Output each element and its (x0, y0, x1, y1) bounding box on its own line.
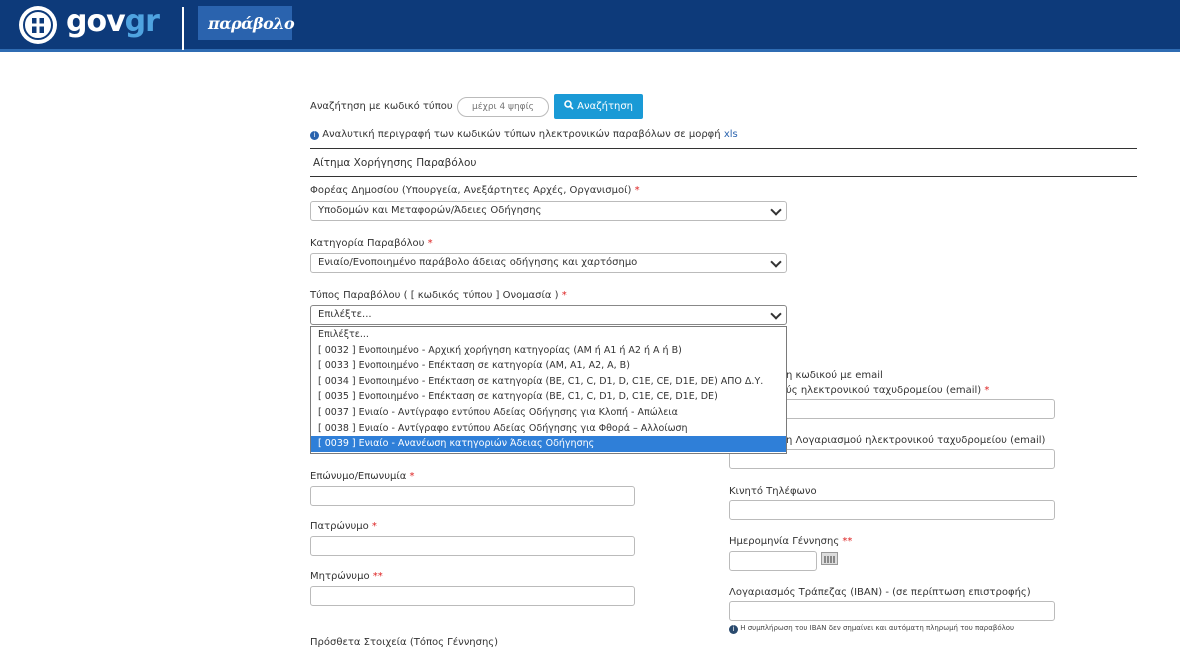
iban-label: Λογαριασμός Τράπεζας (IBAN) - (σε περίπτ… (729, 587, 1031, 598)
father-name-input[interactable] (310, 536, 635, 556)
govgr-logo[interactable]: govgr (66, 4, 160, 39)
chevron-down-icon (770, 308, 782, 320)
info-icon: i (310, 131, 319, 140)
birthdate-label: Ημερομηνία Γέννησης ** (729, 536, 853, 547)
dropdown-option[interactable]: [ 0032 ] Ενοποιημένο - Αρχική χορήγηση κ… (311, 343, 786, 359)
category-select[interactable]: Ενιαίο/Ενοποιημένο παράβολο άδειας οδήγη… (310, 253, 787, 273)
mobile-input[interactable] (729, 500, 1055, 520)
email-label: ύς ηλεκτρονικού ταχυδρομείου (email) * (786, 385, 990, 396)
search-label: Αναζήτηση με κωδικό τύπου (310, 101, 453, 112)
email-partial-label: η κωδικού με email (786, 370, 883, 381)
dropdown-option[interactable]: Επιλέξτε... (311, 327, 786, 343)
dropdown-option[interactable]: [ 0038 ] Ενιαίο - Αντίγραφο εντύπου Αδεί… (311, 421, 786, 437)
section-divider-top (310, 148, 1137, 149)
iban-note: i Η συμπλήρωση του IBAN δεν σημαίνει και… (729, 624, 1014, 634)
section-divider-bottom (310, 176, 1137, 177)
mobile-label: Κινητό Τηλέφωνο (729, 486, 817, 497)
search-icon (564, 94, 574, 119)
surname-label: Επώνυμο/Επωνυμία * (310, 471, 415, 482)
chevron-down-icon (770, 256, 782, 268)
section-title: Αίτημα Χορήγησης Παραβόλου (313, 157, 477, 169)
search-code-input[interactable] (457, 97, 549, 117)
top-header-bar: govgr παράβολο (0, 0, 1180, 52)
dropdown-option[interactable]: [ 0033 ] Ενοποιημένο - Επέκταση σε κατηγ… (311, 358, 786, 374)
surname-input[interactable] (310, 486, 635, 506)
agency-label: Φορέας Δημοσίου (Υπουργεία, Ανεξάρτητες … (310, 185, 640, 196)
greek-emblem-icon (19, 6, 57, 44)
mother-label: Μητρώνυμο ** (310, 571, 383, 582)
paravolo-logo[interactable]: παράβολο (198, 6, 295, 40)
iban-input[interactable] (729, 601, 1055, 621)
category-label: Κατηγορία Παραβόλου * (310, 238, 433, 249)
dropdown-option[interactable]: [ 0035 ] Ενοποιημένο - Επέκταση σε κατηγ… (311, 389, 786, 405)
type-dropdown-list[interactable]: Επιλέξτε...[ 0032 ] Ενοποιημένο - Αρχική… (310, 326, 787, 454)
mother-name-input[interactable] (310, 586, 635, 606)
father-label: Πατρώνυμο * (310, 521, 377, 532)
dropdown-option[interactable]: [ 0039 ] Ενιαίο - Ανανέωση κατηγοριών Άδ… (311, 436, 786, 452)
dropdown-option[interactable]: [ 0037 ] Ενιαίο - Αντίγραφο εντύπου Αδεί… (311, 405, 786, 421)
type-label: Τύπος Παραβόλου ( [ κωδικός τύπου ] Ονομ… (310, 290, 567, 301)
email-confirm-label: η Λογαριασμού ηλεκτρονικού ταχυδρομείου … (786, 435, 1046, 446)
calendar-icon[interactable] (821, 552, 838, 565)
search-button-label: Αναζήτηση (577, 101, 634, 112)
type-select[interactable]: Επιλέξτε... (310, 305, 787, 325)
info-icon: i (729, 625, 738, 634)
extra-info-label: Πρόσθετα Στοιχεία (Τόπος Γέννησης) (310, 637, 499, 648)
dropdown-option[interactable]: [ 0034 ] Ενοποιημένο - Επέκταση σε κατηγ… (311, 374, 786, 390)
search-button[interactable]: Αναζήτηση (554, 94, 643, 119)
info-line: i Αναλυτική περιγραφή των κωδικών τύπων … (310, 129, 738, 140)
xls-link[interactable]: xls (724, 129, 738, 140)
birthdate-input[interactable] (729, 551, 817, 571)
info-text: Αναλυτική περιγραφή των κωδικών τύπων ηλ… (322, 129, 721, 140)
agency-select[interactable]: Υποδομών και Μεταφορών/Άδειες Οδήγησης (310, 201, 787, 221)
header-divider (182, 7, 184, 50)
chevron-down-icon (770, 204, 782, 216)
